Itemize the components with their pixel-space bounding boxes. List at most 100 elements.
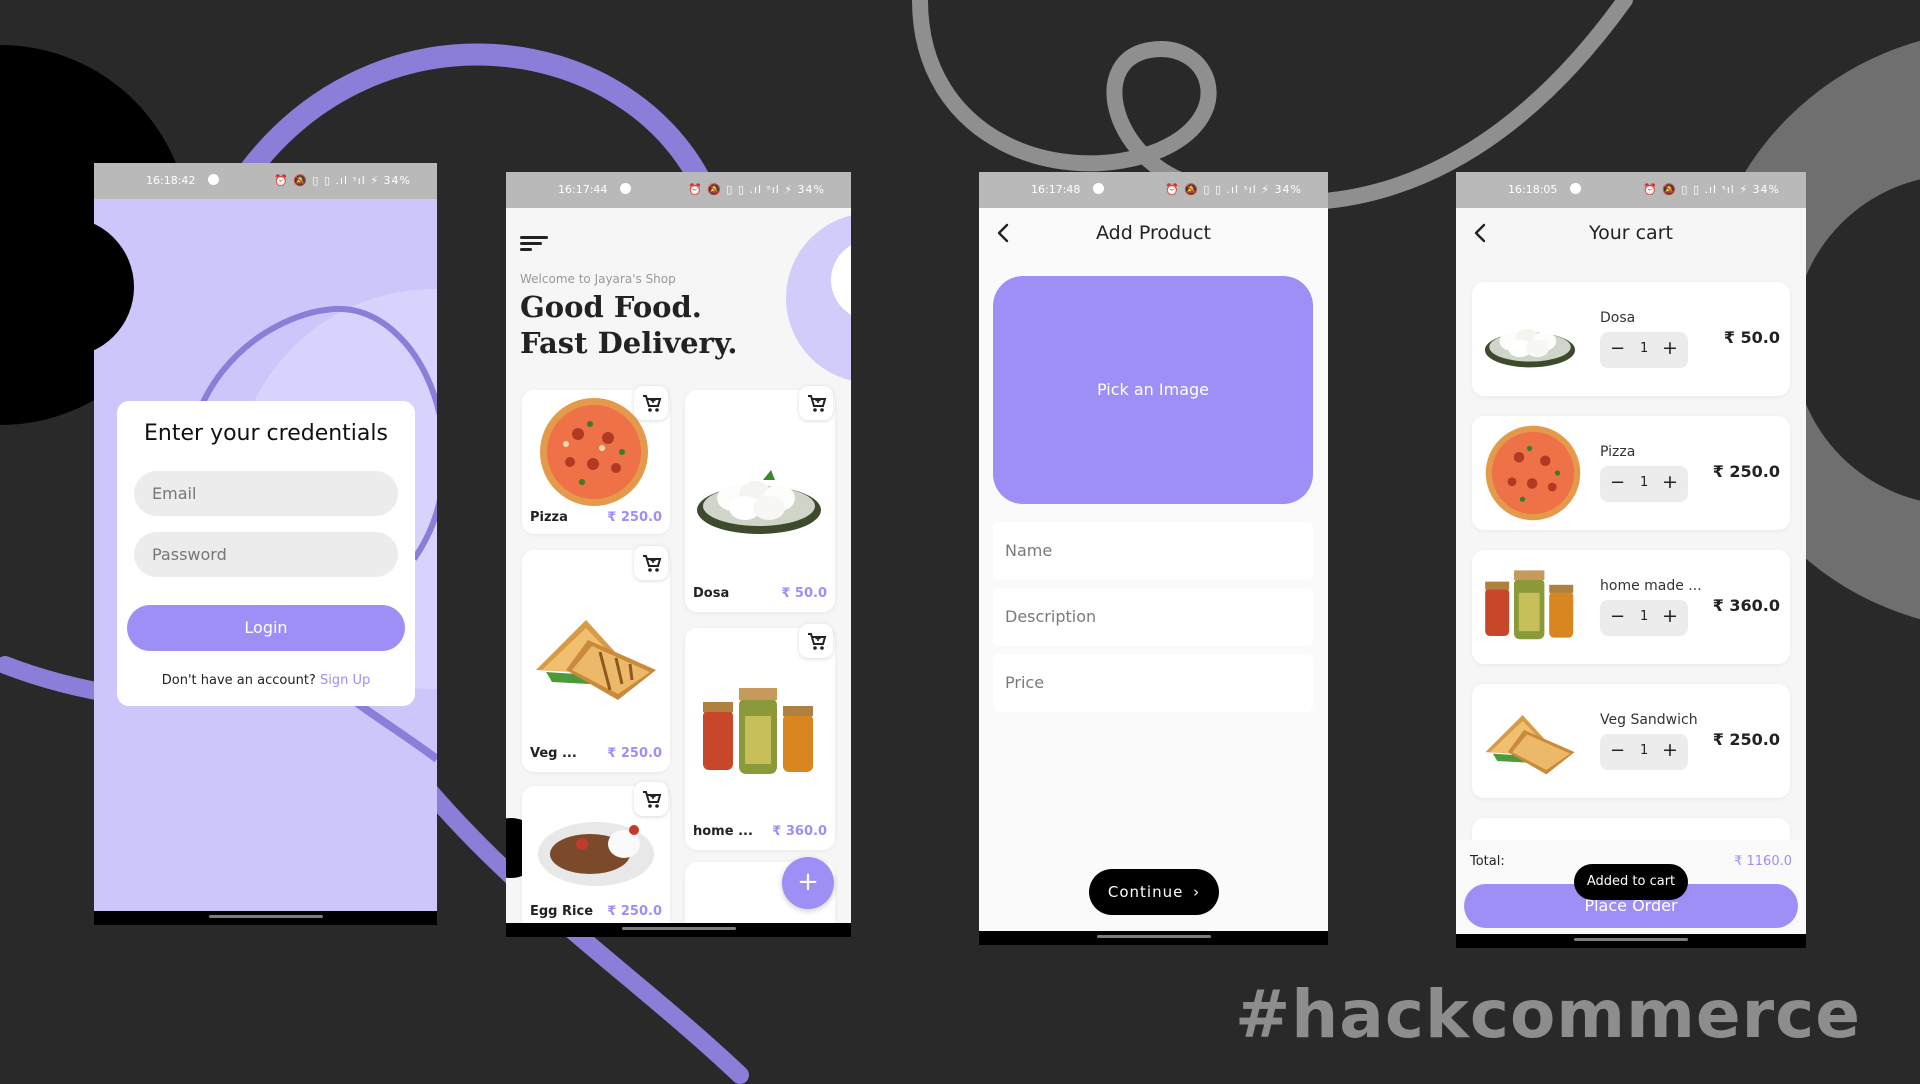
cart-item-price: ₹ 360.0 (1712, 596, 1780, 615)
pizza-image (1485, 425, 1581, 521)
status-bar: 16:17:44 ⏰ 🔕 ▯ ▯ .ıl ˢıl ⚡ 34% (506, 172, 851, 208)
sandwich-image (1485, 715, 1575, 775)
home-indicator[interactable] (1096, 935, 1211, 938)
quantity-value: 1 (1640, 475, 1649, 490)
product-name: Veg ... (530, 746, 577, 761)
toast-message: Added to cart (1574, 864, 1688, 900)
status-icons: ⏰ 🔕 ▯ ▯ .ıl ˢıl ⚡ 34% (1165, 183, 1302, 196)
home-indicator[interactable] (208, 915, 323, 918)
product-name: Egg Rice (530, 904, 594, 919)
signup-link[interactable]: Sign Up (320, 673, 370, 688)
continue-label: Continue (1107, 883, 1184, 901)
showcase-stage: #hackcommerce 16:18:42 ⏰ 🔕 ▯ ▯ .ıl ˢıl ⚡… (0, 0, 1920, 1084)
login-button[interactable]: Login (127, 605, 405, 651)
nav-bar (94, 911, 437, 925)
add-to-cart-icon[interactable] (634, 386, 668, 420)
status-bar: 16:17:48 ⏰ 🔕 ▯ ▯ .ıl ˢıl ⚡ 34% (979, 172, 1328, 208)
status-dot-icon (1093, 183, 1104, 194)
cart-item-price: ₹ 250.0 (1712, 730, 1780, 749)
login-screen: 16:18:42 ⏰ 🔕 ▯ ▯ .ıl ˢıl ⚡ 34% Enter you… (94, 163, 437, 925)
plus-icon: + (797, 867, 819, 897)
cart-item-name: home made ... (1600, 578, 1702, 594)
sandwich-image (536, 620, 656, 700)
cart-screen: 16:18:05 ⏰ 🔕 ▯ ▯ .ıl ˢıl ⚡ 34% Your cart… (1456, 172, 1806, 948)
cart-item-name: Veg Sandwich (1600, 712, 1698, 728)
cart-item: home made ... − 1 + ₹ 360.0 (1472, 550, 1790, 664)
product-card-egg-rice[interactable]: Egg Rice ₹ 250.0 (522, 782, 670, 936)
password-field[interactable]: Password (134, 532, 398, 577)
status-time: 16:18:05 (1508, 183, 1558, 196)
home-indicator[interactable] (1574, 938, 1688, 941)
product-name: home ... (693, 824, 753, 839)
plus-icon[interactable]: + (1662, 605, 1678, 627)
product-price: ₹ 250.0 (607, 746, 662, 761)
plus-icon[interactable]: + (1662, 337, 1678, 359)
minus-icon[interactable]: − (1610, 472, 1625, 493)
add-product-screen: 16:17:48 ⏰ 🔕 ▯ ▯ .ıl ˢıl ⚡ 34% Add Produ… (979, 172, 1328, 945)
add-to-cart-icon[interactable] (799, 624, 833, 658)
minus-icon[interactable]: − (1610, 606, 1625, 627)
quantity-stepper: − 1 + (1600, 466, 1688, 502)
nav-bar (1456, 934, 1806, 948)
add-to-cart-icon[interactable] (799, 386, 833, 420)
cart-item: Dosa − 1 + ₹ 50.0 (1472, 282, 1790, 396)
total-value: ₹ 1160.0 (1734, 854, 1792, 869)
pickle-jars-image (703, 688, 813, 774)
status-icons: ⏰ 🔕 ▯ ▯ .ıl ˢıl ⚡ 34% (274, 174, 411, 187)
home-indicator[interactable] (621, 927, 736, 930)
quantity-stepper: − 1 + (1600, 734, 1688, 770)
add-fab-button[interactable]: + (782, 857, 834, 909)
minus-icon[interactable]: − (1610, 740, 1625, 761)
card-title: Enter your credentials (144, 421, 388, 446)
egg-rice-image (538, 822, 654, 886)
page-title: Your cart (1589, 222, 1673, 244)
hashtag-banner: #hackcommerce (1235, 976, 1862, 1053)
product-card-home-made[interactable]: home ... ₹ 360.0 (685, 624, 835, 850)
quantity-value: 1 (1640, 609, 1649, 624)
price-field[interactable]: Price (993, 654, 1313, 712)
status-bar: 16:18:42 ⏰ 🔕 ▯ ▯ .ıl ˢıl ⚡ 34% (94, 163, 437, 199)
product-price: ₹ 50.0 (781, 586, 827, 601)
credentials-card: Enter your credentials Email Password Lo… (117, 401, 415, 706)
cart-item: Veg Sandwich − 1 + ₹ 250.0 (1472, 684, 1790, 798)
chevron-right-icon: › (1193, 883, 1201, 901)
welcome-text: Welcome to Jayara's Shop (520, 272, 676, 286)
product-card-veg-sandwich[interactable]: Veg ... ₹ 250.0 (522, 546, 670, 772)
status-time: 16:17:44 (558, 183, 608, 196)
product-card-pizza[interactable]: Pizza ₹ 250.0 (522, 386, 670, 534)
product-name: Dosa (693, 586, 730, 601)
continue-button[interactable]: Continue › (1089, 869, 1219, 915)
cart-item-price: ₹ 50.0 (1723, 328, 1780, 347)
shop-screen: 16:17:44 ⏰ 🔕 ▯ ▯ .ıl ˢıl ⚡ 34% Welcome t… (506, 172, 851, 937)
cart-item-name: Dosa (1600, 310, 1636, 326)
nav-bar (506, 923, 851, 937)
total-label: Total: (1470, 854, 1505, 869)
headline-line-2: Fast Delivery. (520, 326, 738, 360)
pickle-jars-image (1485, 570, 1574, 640)
signup-prompt: Don't have an account? (161, 673, 316, 688)
pick-image-button[interactable]: Pick an Image (993, 276, 1313, 504)
menu-icon[interactable] (520, 234, 550, 254)
status-dot-icon (208, 174, 219, 185)
product-price: ₹ 250.0 (607, 904, 662, 919)
cart-item-price: ₹ 250.0 (1712, 462, 1780, 481)
plus-icon[interactable]: + (1662, 739, 1678, 761)
product-price: ₹ 360.0 (772, 824, 827, 839)
name-field[interactable]: Name (993, 522, 1313, 580)
plus-icon[interactable]: + (1662, 471, 1678, 493)
minus-icon[interactable]: − (1610, 338, 1625, 359)
email-field[interactable]: Email (134, 471, 398, 516)
add-to-cart-icon[interactable] (634, 782, 668, 816)
quantity-stepper: − 1 + (1600, 332, 1688, 368)
dosa-image (1484, 328, 1576, 368)
cart-item: Pizza − 1 + ₹ 250.0 (1472, 416, 1790, 530)
description-field[interactable]: Description (993, 588, 1313, 646)
page-title: Add Product (1096, 222, 1211, 244)
status-icons: ⏰ 🔕 ▯ ▯ .ıl ˢıl ⚡ 34% (688, 183, 825, 196)
status-dot-icon (620, 183, 631, 194)
product-card-dosa[interactable]: Dosa ₹ 50.0 (685, 386, 835, 612)
status-icons: ⏰ 🔕 ▯ ▯ .ıl ˢıl ⚡ 34% (1643, 183, 1780, 196)
add-to-cart-icon[interactable] (634, 546, 668, 580)
cart-item-name: Pizza (1600, 444, 1636, 460)
headline-line-1: Good Food. (520, 290, 702, 324)
